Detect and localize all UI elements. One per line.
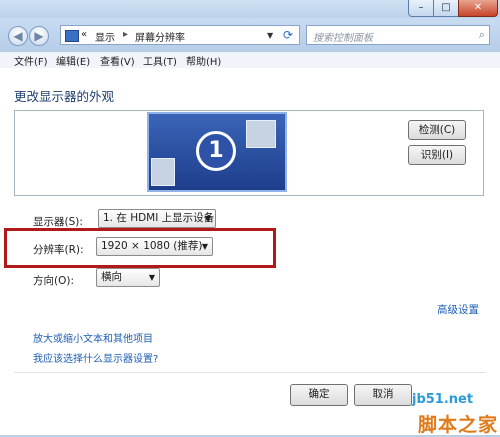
orientation-select-value: 横向 [101,271,122,283]
address-dropdown-icon[interactable]: ▼ [267,31,273,40]
ok-button[interactable]: 确定 [290,384,348,406]
search-icon[interactable]: ⌕ [479,28,485,42]
address-bar[interactable]: « 显示 ▸ 屏幕分辨率 ▼ [60,25,300,45]
cancel-button[interactable]: 取消 [354,384,412,406]
breadcrumb-resolution[interactable]: 屏幕分辨率 [135,29,185,44]
monitor-number-badge: 1 [196,131,236,171]
menu-bar: 文件(F) 编辑(E) 查看(V) 工具(T) 帮助(H) [0,52,500,69]
detect-button[interactable]: 检测(C) [408,120,466,140]
minimize-button[interactable]: – [408,0,434,17]
resolution-select[interactable]: 1920 × 1080 (推荐) ▼ [96,237,213,256]
orientation-select[interactable]: 横向 ▼ [96,268,160,287]
monitor-icon [65,30,79,42]
search-input[interactable]: 搜索控制面板 ⌕ [306,25,490,45]
orientation-label: 方向(O): [33,275,74,287]
breadcrumb-overflow[interactable]: « [81,29,87,40]
menu-edit[interactable]: 编辑(E) [56,53,90,68]
display-select-value: 1. 在 HDMI 上显示设备 [103,212,215,224]
breadcrumb-separator-icon: ▸ [123,29,129,40]
watermark-logo: 脚本之家 [418,414,499,436]
back-button[interactable]: ◀ [8,26,28,46]
menu-file[interactable]: 文件(F) [14,53,48,68]
menu-tools[interactable]: 工具(T) [143,53,177,68]
watermark-url: jb51.net [412,392,474,407]
close-button[interactable]: ✕ [458,0,498,17]
computer-icon [151,158,175,186]
breadcrumb-display[interactable]: 显示 [95,29,115,44]
chevron-down-icon: ▼ [201,242,208,251]
chevron-down-icon: ▼ [148,273,155,282]
resolution-select-value: 1920 × 1080 (推荐) [101,240,203,252]
which-settings-link[interactable]: 我应该选择什么显示器设置? [33,350,158,365]
window-icon [246,120,276,148]
divider [14,372,486,373]
chevron-down-icon: ▼ [204,214,211,223]
maximize-button[interactable]: □ [433,0,459,17]
menu-help[interactable]: 帮助(H) [186,53,221,68]
display-select[interactable]: 1. 在 HDMI 上显示设备 ▼ [98,209,216,228]
identify-button[interactable]: 识别(I) [408,145,466,165]
resolution-label: 分辨率(R): [33,244,84,256]
display-label: 显示器(S): [33,216,83,228]
advanced-settings-link[interactable]: 高级设置 [437,302,479,317]
forward-button[interactable]: ▶ [29,26,49,46]
refresh-icon[interactable]: ⟳ [278,26,298,44]
text-size-link[interactable]: 放大或缩小文本和其他项目 [33,330,153,345]
menu-view[interactable]: 查看(V) [100,53,135,68]
search-placeholder: 搜索控制面板 [313,33,373,44]
page-title: 更改显示器的外观 [14,89,115,104]
